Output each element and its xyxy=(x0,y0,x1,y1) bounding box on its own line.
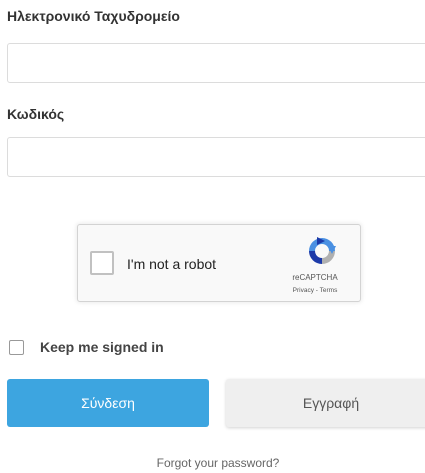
recaptcha-checkbox[interactable] xyxy=(90,251,114,275)
recaptcha-brand: reCAPTCHA xyxy=(292,273,338,282)
recaptcha-links: Privacy - Terms xyxy=(280,287,350,294)
keep-signed-in-checkbox[interactable] xyxy=(9,339,24,355)
password-label: Κωδικός xyxy=(7,106,65,122)
login-page: Ηλεκτρονικό Ταχυδρομείο Κωδικός I'm not … xyxy=(0,0,425,473)
recaptcha-logo-icon xyxy=(309,237,336,264)
recaptcha-privacy-link[interactable]: Privacy xyxy=(293,287,314,294)
email-field[interactable] xyxy=(7,43,425,83)
login-button[interactable]: Σύνδεση xyxy=(7,379,209,427)
recaptcha-label: I'm not a robot xyxy=(127,256,217,272)
keep-signed-in-row[interactable]: Keep me signed in xyxy=(9,337,164,357)
recaptcha-widget: I'm not a robot reCAPTCHA Privacy - Term… xyxy=(77,224,361,302)
register-button[interactable]: Εγγραφή xyxy=(226,379,425,427)
password-field[interactable] xyxy=(7,137,425,177)
forgot-password-link[interactable]: Forgot your password? xyxy=(0,456,425,470)
recaptcha-terms-link[interactable]: Terms xyxy=(320,287,338,294)
email-label: Ηλεκτρονικό Ταχυδρομείο xyxy=(7,8,180,24)
keep-signed-in-label: Keep me signed in xyxy=(40,339,164,355)
